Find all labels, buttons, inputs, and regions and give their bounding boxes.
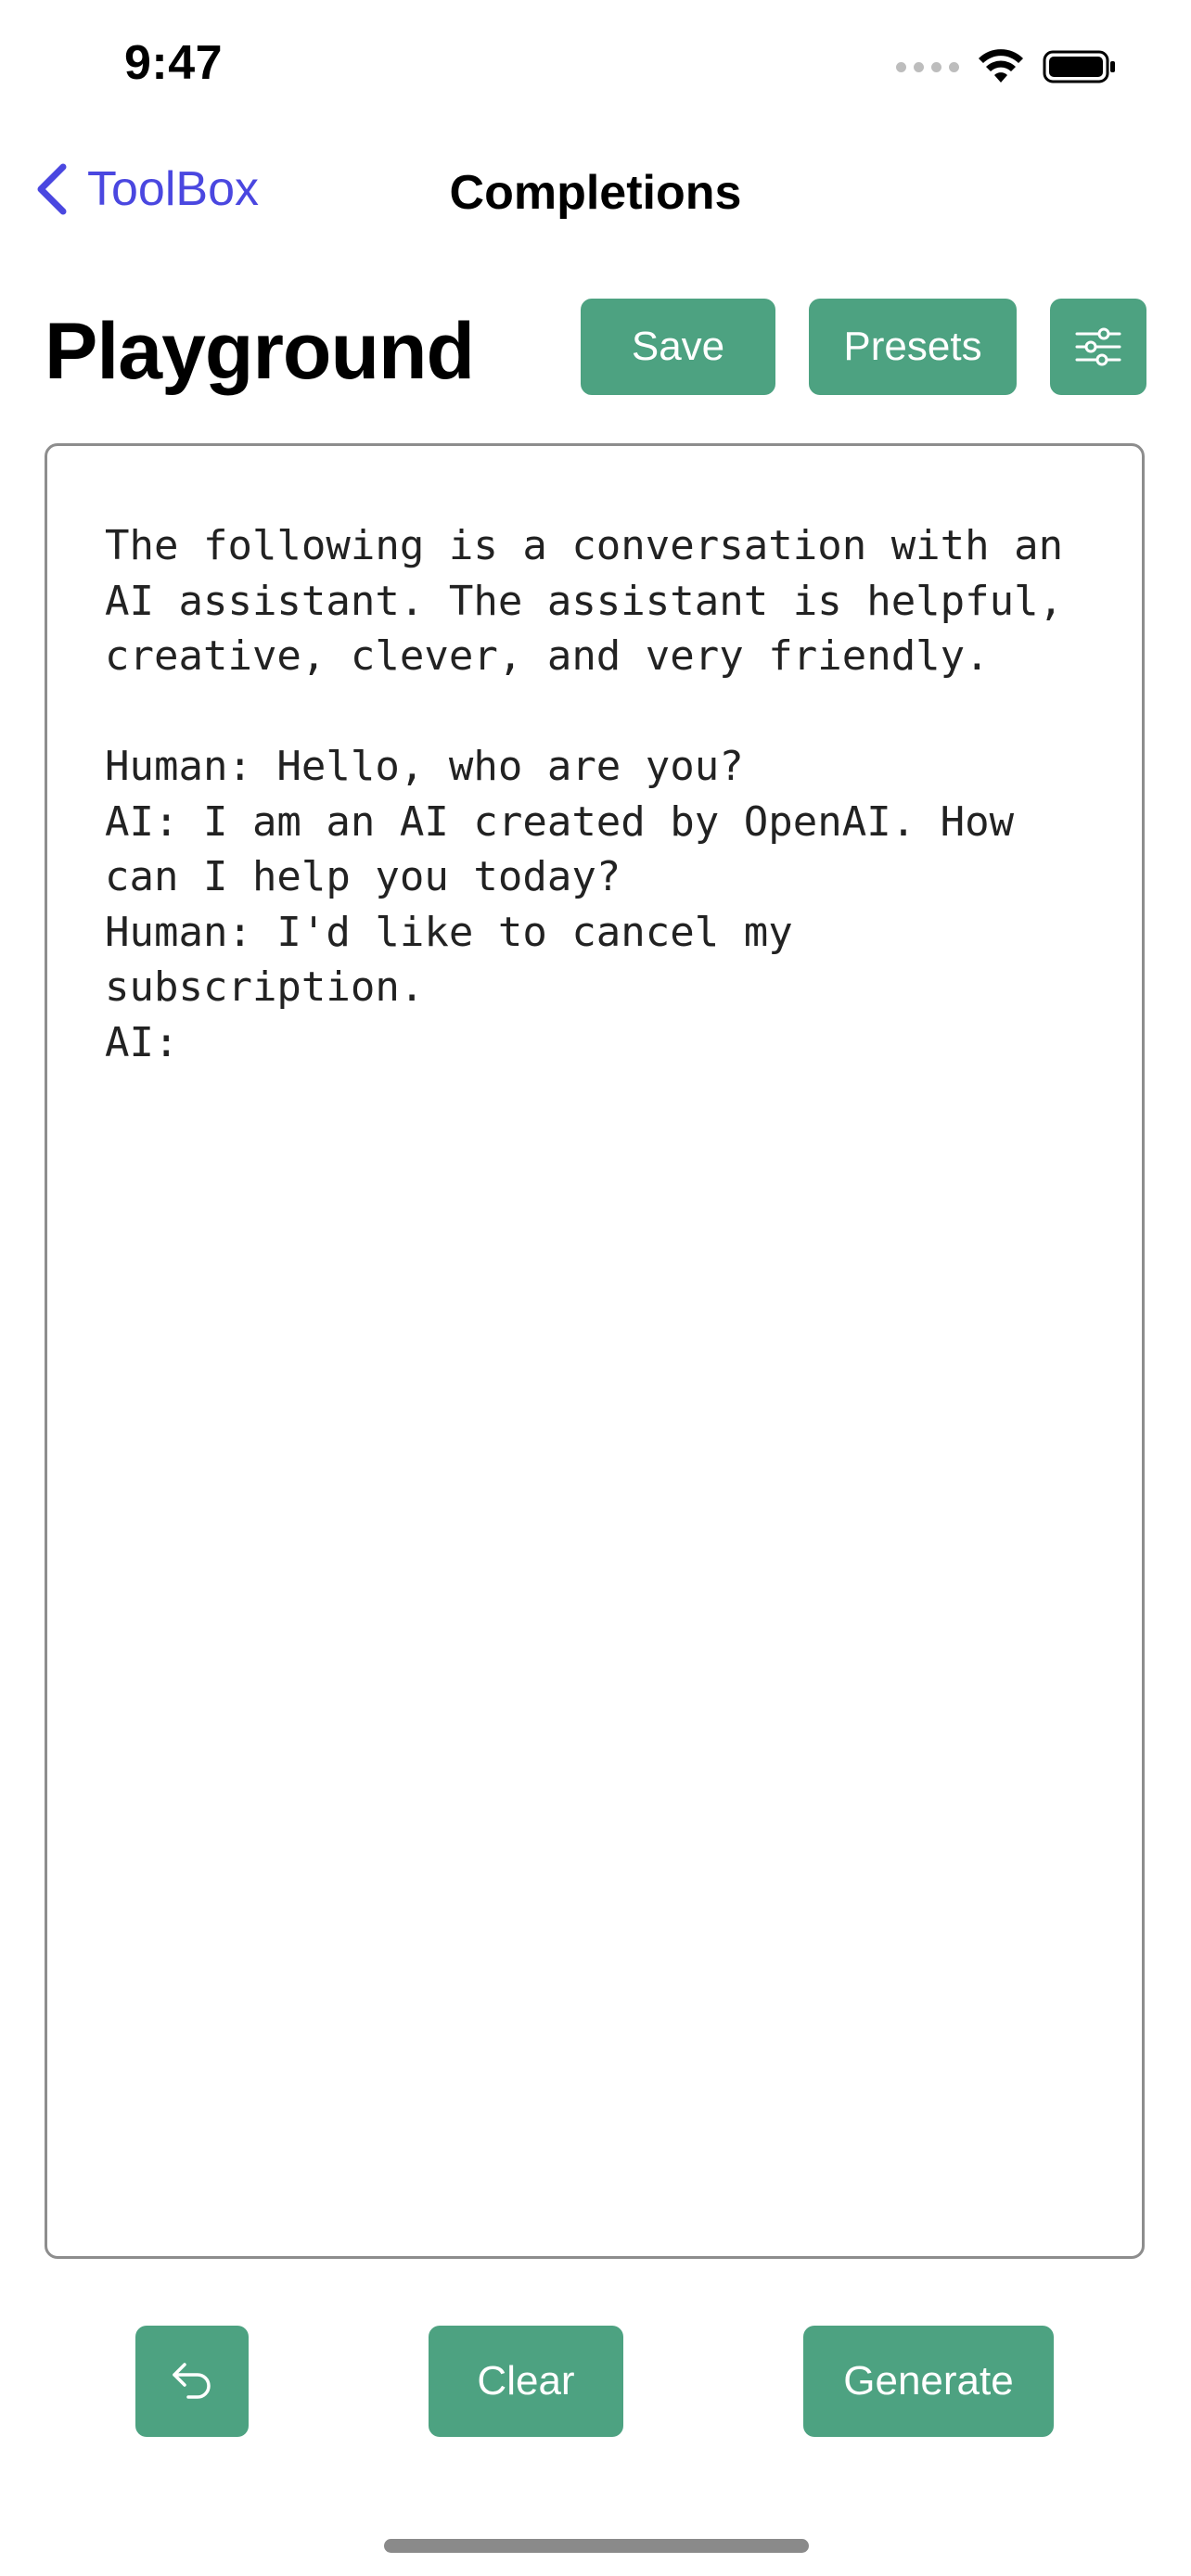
presets-button[interactable]: Presets — [809, 299, 1017, 395]
home-indicator[interactable] — [384, 2539, 809, 2553]
nav-title: Completions — [449, 166, 742, 220]
prompt-editor[interactable]: The following is a conversation with an … — [45, 443, 1145, 2259]
wifi-icon — [979, 49, 1023, 83]
generate-button[interactable]: Generate — [803, 2326, 1054, 2437]
status-time: 9:47 — [124, 36, 224, 90]
status-icons — [896, 46, 1117, 87]
cellular-signal-icon — [896, 61, 959, 72]
save-button[interactable]: Save — [581, 299, 775, 395]
clear-button[interactable]: Clear — [429, 2326, 623, 2437]
page-title: Playground — [45, 307, 475, 396]
undo-icon — [173, 2363, 211, 2399]
battery-icon — [1043, 50, 1115, 83]
sliders-icon — [1075, 327, 1121, 366]
undo-button[interactable] — [135, 2326, 249, 2437]
settings-button[interactable] — [1050, 299, 1146, 395]
prompt-text[interactable]: The following is a conversation with an … — [105, 518, 1107, 1070]
